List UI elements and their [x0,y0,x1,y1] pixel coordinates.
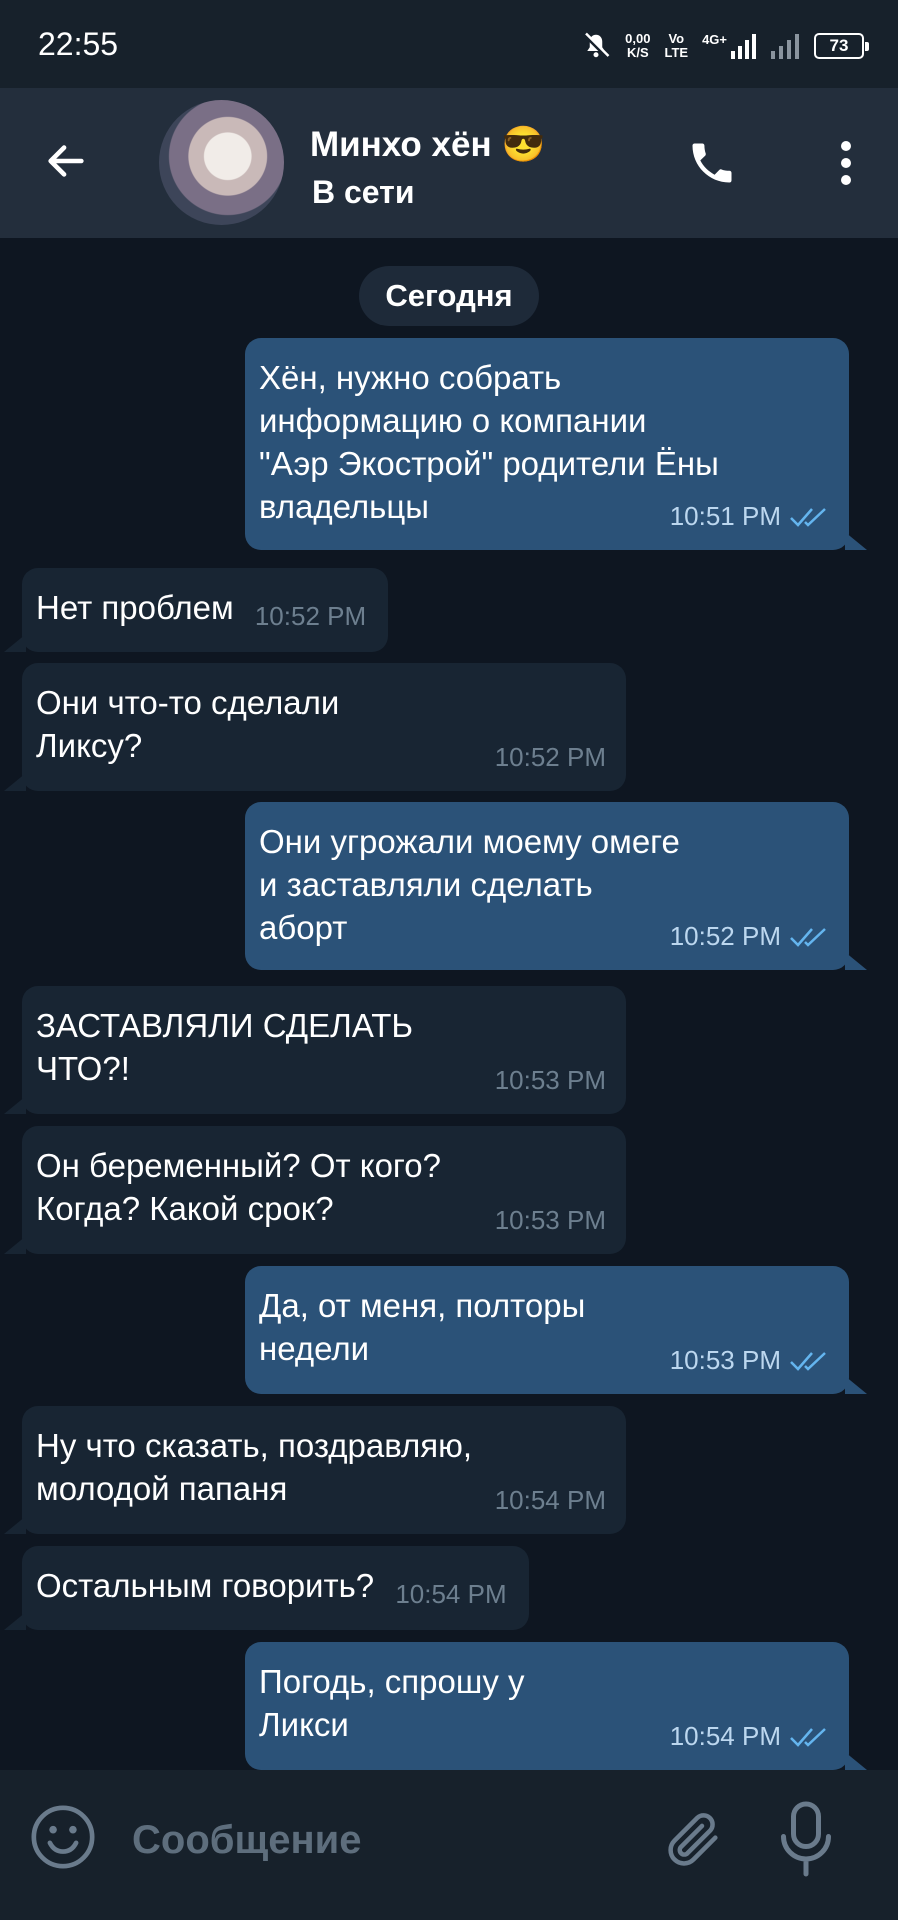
message-list[interactable]: Сегодня Хён, нужно собрать информацию о … [0,238,898,1770]
message-time: 10:53 PM [669,1345,781,1375]
message-meta: 10:52 PM [670,915,829,958]
message-text: Нет проблем [36,589,234,626]
message-time: 10:54 PM [395,1579,507,1609]
signal-bars-icon [731,34,756,59]
message-bubble-incoming[interactable]: Остальным говорить? 10:54 PM [4,1546,529,1630]
message-bubble-incoming[interactable]: Он беременный? От кого? Когда? Какой сро… [4,1126,626,1254]
contact-name[interactable]: Минхо хён 😎 [310,124,545,165]
message-text: Остальным говорить? [36,1567,375,1604]
call-button[interactable] [682,133,742,193]
double-check-icon [790,927,826,947]
message-time: 10:54 PM [494,1485,606,1515]
message-meta: 10:54 PM [670,1715,829,1758]
message-time: 10:53 PM [494,1205,606,1235]
message-meta: 10:53 PM [495,1059,606,1102]
double-check-icon [790,507,826,527]
status-bar: 22:55 0,00 K/S Vo LTE 4G+ 73 [0,0,898,88]
attach-button[interactable] [662,1802,726,1876]
message-time: 10:52 PM [669,921,781,951]
back-button[interactable] [38,133,94,189]
chat-header: Минхо хён 😎 В сети [0,88,898,238]
signal-bars-dim-icon [771,34,799,59]
more-vertical-icon [841,141,851,185]
message-bubble-outgoing[interactable]: Они угрожали моему омеге и заставляли сд… [245,802,867,970]
message-meta: 10:52 PM [495,736,606,779]
message-bubble-incoming[interactable]: Ну что сказать, поздравляю, молодой папа… [4,1406,626,1534]
phone-icon [692,143,732,183]
message-time: 10:52 PM [494,742,606,772]
sunglasses-emoji: 😎 [501,125,546,164]
paperclip-icon [668,1813,718,1866]
message-time: 10:54 PM [669,1721,781,1751]
message-input[interactable] [130,1810,630,1870]
message-meta: 10:53 PM [495,1199,606,1242]
message-bubble-outgoing[interactable]: Хён, нужно собрать информацию о компании… [245,338,867,550]
message-meta: 10:52 PM [255,595,366,638]
message-meta: 10:53 PM [670,1339,829,1382]
signal-strength-icon: 4G+ [702,33,756,59]
battery-indicator: 73 [814,33,869,59]
volte-indicator: Vo LTE [664,31,689,60]
avatar[interactable] [159,100,284,225]
message-bubble-incoming[interactable]: ЗАСТАВЛЯЛИ СДЕЛАТЬ ЧТО?! 10:53 PM [4,986,626,1114]
microphone-icon [781,1801,831,1877]
message-meta: 10:54 PM [495,1479,606,1522]
message-bubble-incoming[interactable]: Они что-то сделали Ликсу? 10:52 PM [4,663,626,791]
status-icons: 0,00 K/S Vo LTE 4G+ 73 [581,26,869,66]
message-meta: 10:54 PM [395,1573,506,1616]
notifications-muted-icon [583,32,610,59]
message-bubble-outgoing[interactable]: Погодь, спрошу у Ликси 10:54 PM [245,1642,867,1770]
status-time: 22:55 [38,26,119,62]
network-speed: 0,00 K/S [625,31,651,60]
message-bubble-outgoing[interactable]: Да, от меня, полторы недели 10:53 PM [245,1266,867,1394]
arrow-left-icon [48,145,84,177]
double-check-icon [790,1727,826,1747]
message-bubble-incoming[interactable]: Нет проблем 10:52 PM [3,568,389,652]
message-time: 10:51 PM [669,501,781,531]
message-composer [0,1770,898,1920]
date-separator: Сегодня [359,266,539,326]
message-meta: 10:51 PM [670,495,829,538]
message-time: 10:52 PM [254,601,367,631]
contact-status: В сети [312,174,415,210]
voice-message-button[interactable] [776,1798,836,1880]
message-time: 10:53 PM [494,1065,606,1095]
smile-icon [31,1805,95,1869]
more-menu-button[interactable] [826,133,866,193]
double-check-icon [790,1351,826,1371]
emoji-button[interactable] [28,1802,98,1872]
